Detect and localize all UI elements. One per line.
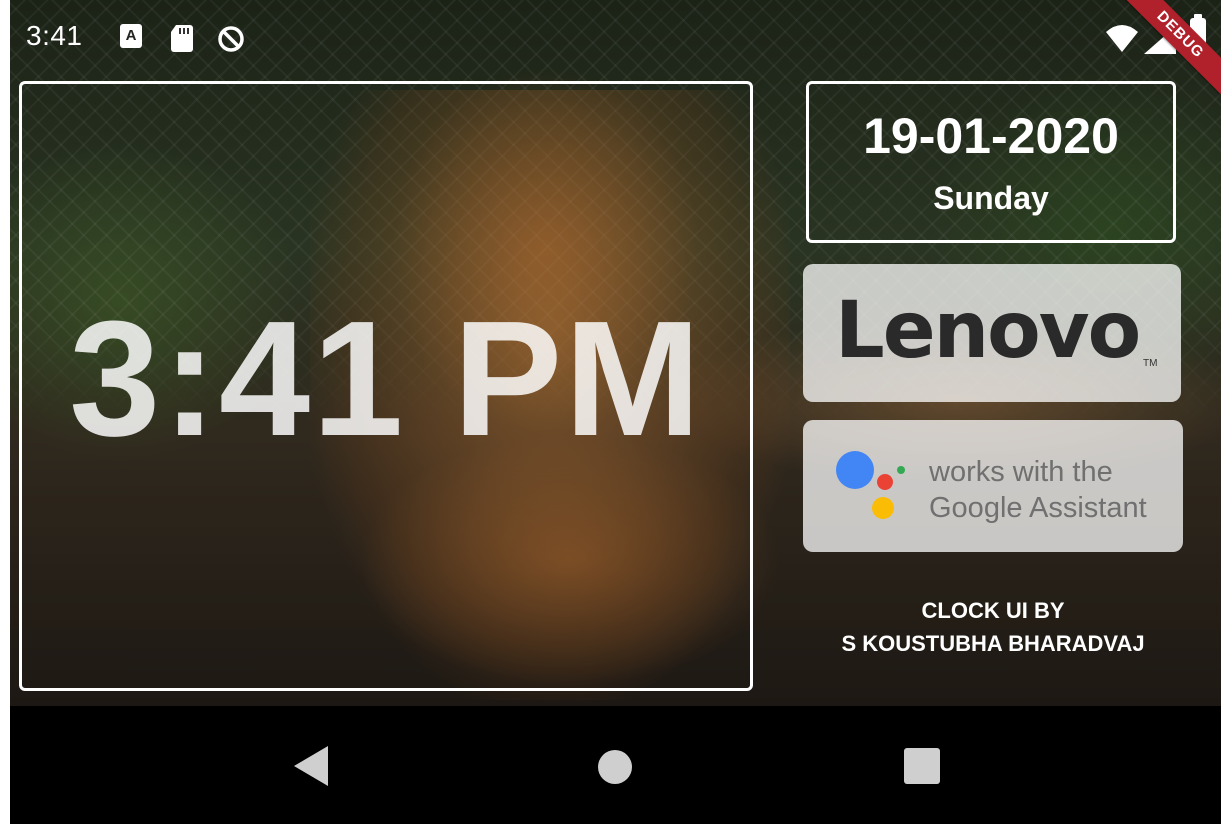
day-text: Sunday	[933, 180, 1049, 216]
home-icon[interactable]	[598, 750, 632, 784]
device-frame: 3:41 A DEBUG 3:41 PM 19-01-2020 Sunday L…	[10, 0, 1221, 824]
credit-line2: S KOUSTUBHA BHARADVAJ	[841, 631, 1145, 656]
recents-icon[interactable]	[904, 748, 940, 784]
status-time: 3:41	[26, 20, 83, 51]
date-text: 19-01-2020	[863, 108, 1119, 164]
date-panel: 19-01-2020 Sunday	[806, 81, 1176, 243]
lenovo-logo-card: Lenovo TM	[803, 264, 1181, 402]
assistant-line1: works with the	[929, 456, 1113, 488]
lenovo-logo: Lenovo	[835, 286, 1141, 376]
clock-time: 3:41 PM	[69, 287, 703, 470]
google-assistant-card: works with the Google Assistant	[803, 420, 1183, 552]
status-bar: 3:41 A	[10, 0, 1221, 74]
credit-text: CLOCK UI BY S KOUSTUBHA BHARADVAJ	[806, 594, 1180, 660]
trademark-mark: TM	[1143, 358, 1158, 369]
sync-icon	[216, 24, 246, 58]
assistant-text: works with the Google Assistant	[929, 454, 1147, 526]
back-icon[interactable]	[294, 746, 328, 786]
credit-line1: CLOCK UI BY	[921, 598, 1065, 623]
google-assistant-icon	[833, 446, 913, 526]
clock-panel: 3:41 PM	[19, 81, 753, 691]
assistant-line2: Google Assistant	[929, 492, 1147, 524]
wifi-icon	[1104, 24, 1140, 58]
a-badge-icon: A	[120, 24, 142, 48]
sd-card-icon	[170, 24, 194, 56]
navigation-bar	[10, 706, 1221, 824]
